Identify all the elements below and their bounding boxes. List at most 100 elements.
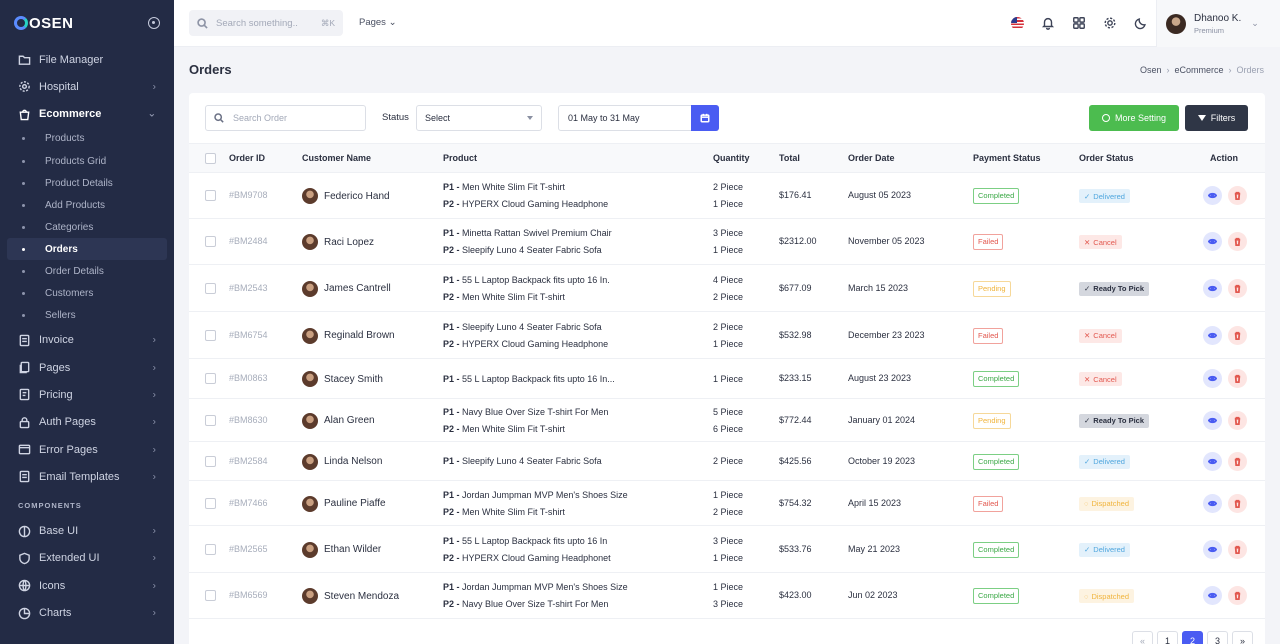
order-id[interactable]: #BM7466 xyxy=(229,498,268,508)
delete-order-button[interactable] xyxy=(1228,586,1247,605)
pagination-item[interactable]: 2 xyxy=(1182,631,1203,644)
submenu-item-product-details[interactable]: Product Details xyxy=(7,172,167,194)
pagination-item[interactable]: 3 xyxy=(1207,631,1228,644)
view-order-button[interactable] xyxy=(1203,493,1222,513)
submenu-item-add-products[interactable]: Add Products xyxy=(7,194,167,216)
sidebar-item-pricing[interactable]: Pricing › xyxy=(0,381,174,408)
sidebar-item-extended-ui[interactable]: Extended UI › xyxy=(0,545,174,572)
customer[interactable]: Pauline Piaffe xyxy=(302,495,386,512)
sidebar-toggle-icon[interactable] xyxy=(148,17,160,29)
sidebar-item-invoice[interactable]: Invoice › xyxy=(0,327,174,354)
view-order-button[interactable] xyxy=(1203,410,1222,430)
sidebar-item-charts[interactable]: Charts › xyxy=(0,599,174,626)
row-checkbox[interactable] xyxy=(205,414,216,426)
customer[interactable]: James Cantrell xyxy=(302,280,391,297)
delete-order-button[interactable] xyxy=(1228,451,1247,471)
view-order-button[interactable] xyxy=(1203,232,1222,251)
product-name: Men White Slim Fit T-shirt xyxy=(462,423,565,434)
apps-button[interactable] xyxy=(1070,14,1088,32)
order-id[interactable]: #BM9708 xyxy=(229,190,268,200)
delete-order-button[interactable] xyxy=(1228,278,1247,298)
filters-button[interactable]: Filters xyxy=(1185,105,1248,131)
row-checkbox[interactable] xyxy=(205,329,216,341)
delete-order-button[interactable] xyxy=(1228,186,1247,205)
sidebar-item-pages[interactable]: Pages › xyxy=(0,354,174,381)
pagination-item[interactable]: » xyxy=(1232,631,1253,644)
global-search[interactable]: Search something.. ⌘K xyxy=(189,10,343,36)
view-order-button[interactable] xyxy=(1203,586,1222,605)
customer[interactable]: Steven Mendoza xyxy=(302,588,399,604)
submenu-item-categories[interactable]: Categories xyxy=(7,216,167,238)
row-checkbox[interactable] xyxy=(205,543,216,555)
customer[interactable]: Stacey Smith xyxy=(302,371,383,387)
more-setting-button[interactable]: More Setting xyxy=(1089,105,1179,131)
row-checkbox[interactable] xyxy=(205,282,216,294)
customer[interactable]: Raci Lopez xyxy=(302,234,374,250)
sidebar-item-base-ui[interactable]: Base UI › xyxy=(0,518,174,545)
row-checkbox[interactable] xyxy=(205,190,216,201)
view-order-button[interactable] xyxy=(1203,369,1222,388)
notifications-button[interactable] xyxy=(1039,14,1057,32)
submenu-item-order-details[interactable]: Order Details xyxy=(7,260,167,282)
delete-order-button[interactable] xyxy=(1228,232,1247,251)
breadcrumb-link[interactable]: eCommerce xyxy=(1174,65,1223,75)
pagination-item[interactable]: 1 xyxy=(1157,631,1178,644)
delete-order-button[interactable] xyxy=(1228,369,1247,388)
order-id[interactable]: #BM6754 xyxy=(229,330,268,340)
row-checkbox[interactable] xyxy=(205,590,216,601)
order-id[interactable]: #BM8630 xyxy=(229,415,268,425)
order-id[interactable]: #BM2484 xyxy=(229,236,268,246)
product-name: Navy Blue Over Size T-shirt For Men xyxy=(462,599,609,609)
submenu-item-customers[interactable]: Customers xyxy=(7,283,167,305)
customer[interactable]: Reginald Brown xyxy=(302,327,395,344)
row-checkbox[interactable] xyxy=(205,497,216,509)
breadcrumb-link[interactable]: Osen xyxy=(1140,65,1162,75)
view-order-button[interactable] xyxy=(1203,325,1222,345)
status-select[interactable]: Select xyxy=(416,105,542,131)
logo[interactable]: OSEN xyxy=(14,15,74,32)
view-order-button[interactable] xyxy=(1203,186,1222,205)
delete-order-button[interactable] xyxy=(1228,325,1247,345)
order-id[interactable]: #BM2565 xyxy=(229,544,268,554)
theme-toggle-button[interactable] xyxy=(1132,14,1150,32)
order-id[interactable]: #BM0863 xyxy=(229,373,268,383)
row-checkbox[interactable] xyxy=(205,373,216,384)
customer[interactable]: Ethan Wilder xyxy=(302,541,381,558)
date-picker-button[interactable] xyxy=(691,105,719,131)
view-order-button[interactable] xyxy=(1203,278,1222,298)
row-checkbox[interactable] xyxy=(205,455,216,467)
order-search-input[interactable]: Search Order xyxy=(205,105,366,131)
sidebar-item-icons[interactable]: Icons › xyxy=(0,572,174,599)
user-menu[interactable]: Dhanoo K. Premium ⌄ xyxy=(1156,0,1280,47)
date-range-input[interactable]: 01 May to 31 May xyxy=(558,105,719,131)
sidebar-item-error-pages[interactable]: Error Pages › xyxy=(0,436,174,463)
customer-avatar xyxy=(302,327,318,344)
submenu-item-orders[interactable]: Orders xyxy=(7,238,167,261)
row-checkbox[interactable] xyxy=(205,236,216,247)
pagination-item[interactable]: « xyxy=(1132,631,1153,644)
order-id[interactable]: #BM2543 xyxy=(229,283,268,293)
delete-order-button[interactable] xyxy=(1228,539,1247,559)
sidebar-item-file-manager[interactable]: File Manager xyxy=(0,46,174,73)
delete-order-button[interactable] xyxy=(1228,493,1247,513)
submenu-item-sellers[interactable]: Sellers xyxy=(7,305,167,327)
order-id[interactable]: #BM6569 xyxy=(229,590,268,600)
status-select-value: Select xyxy=(425,113,451,123)
select-all-checkbox[interactable] xyxy=(205,153,216,164)
customer[interactable]: Federico Hand xyxy=(302,188,390,204)
order-id[interactable]: #BM2584 xyxy=(229,456,268,466)
pages-menu[interactable]: Pages ⌄ xyxy=(359,17,397,28)
language-button[interactable] xyxy=(1008,14,1026,32)
customer[interactable]: Linda Nelson xyxy=(302,453,382,470)
sidebar-item-email-templates[interactable]: Email Templates › xyxy=(0,463,174,490)
submenu-item-products[interactable]: Products xyxy=(7,128,167,150)
delete-order-button[interactable] xyxy=(1228,410,1247,430)
view-order-button[interactable] xyxy=(1203,451,1222,471)
submenu-item-products-grid[interactable]: Products Grid xyxy=(7,150,167,172)
sidebar-item-auth-pages[interactable]: Auth Pages › xyxy=(0,409,174,436)
settings-button[interactable] xyxy=(1101,14,1119,32)
sidebar-item-hospital[interactable]: Hospital › xyxy=(0,73,174,100)
view-order-button[interactable] xyxy=(1203,539,1222,559)
customer[interactable]: Alan Green xyxy=(302,412,375,429)
sidebar-item-ecommerce[interactable]: Ecommerce ⌄ xyxy=(0,101,174,128)
